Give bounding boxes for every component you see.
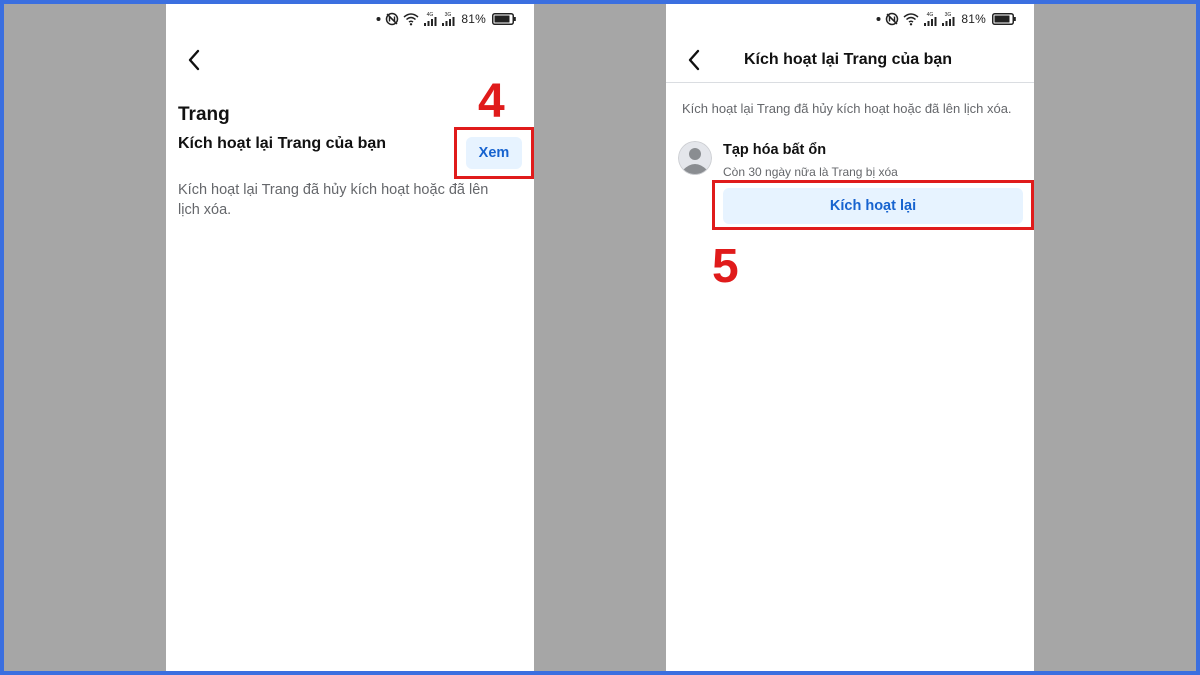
status-bar: 4G 3G 81% [376, 10, 516, 28]
section-title: Trang [178, 104, 230, 125]
default-avatar-icon [678, 141, 712, 175]
header-divider [666, 82, 1034, 83]
reactivate-page-description: Kích hoạt lại Trang đã hủy kích hoạt hoặ… [178, 182, 489, 218]
dot-icon [376, 17, 381, 21]
view-button[interactable]: Xem [466, 137, 522, 169]
svg-text:3G: 3G [945, 12, 952, 18]
battery-percent: 81% [961, 12, 986, 26]
battery-icon [992, 13, 1016, 25]
svg-text:4G: 4G [927, 12, 934, 18]
page-title: Kích hoạt lại Trang của bạn [744, 51, 953, 68]
nfc-icon [386, 12, 399, 26]
svg-text:4G: 4G [427, 12, 434, 18]
signal-3g-icon: 3G [942, 12, 955, 26]
dot-icon [876, 17, 881, 21]
chevron-left-icon [188, 49, 200, 71]
chevron-left-icon [688, 49, 700, 71]
nfc-icon [886, 12, 899, 26]
wifi-icon [903, 13, 919, 26]
phone-screen-right: 4G 3G 81% Kích hoạt lại Trang của bạn Kí… [666, 4, 1034, 671]
reactivate-page-item-title: Kích hoạt lại Trang của bạn [178, 135, 387, 152]
step-5-number: 5 [712, 240, 739, 293]
reactivate-page-description: Kích hoạt lại Trang đã hủy kích hoạt hoặ… [682, 101, 1012, 116]
signal-3g-icon: 3G [442, 12, 455, 26]
back-button[interactable] [676, 42, 712, 78]
page-deletion-status: Còn 30 ngày nữa là Trang bị xóa [723, 165, 898, 179]
wifi-icon [403, 13, 419, 26]
back-button[interactable] [176, 42, 212, 78]
battery-percent: 81% [461, 12, 486, 26]
step-4-number: 4 [478, 75, 505, 128]
signal-4g-icon: 4G [924, 12, 937, 26]
status-bar: 4G 3G 81% [876, 10, 1016, 28]
svg-text:3G: 3G [445, 12, 452, 18]
battery-icon [492, 13, 516, 25]
signal-4g-icon: 4G [424, 12, 437, 26]
page-name: Tạp hóa bất ổn [723, 142, 827, 158]
reactivate-button[interactable]: Kích hoạt lại [723, 188, 1023, 224]
